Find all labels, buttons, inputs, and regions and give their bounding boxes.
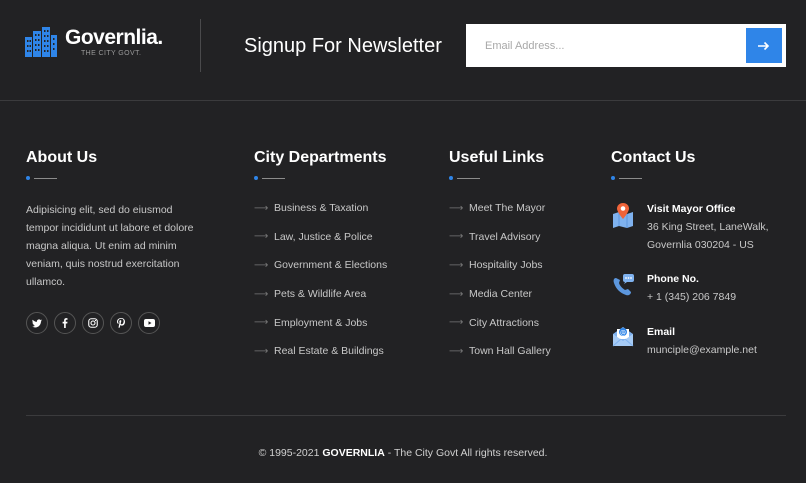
useful-link[interactable]: ⟶ Media Center: [449, 280, 551, 309]
arrow-right-icon: ⟶: [254, 288, 269, 300]
useful-links-heading: Useful Links: [449, 149, 545, 166]
phone-chat-icon: [613, 274, 634, 296]
about-column: About Us Adipisicing elit, sed do eiusmo…: [26, 148, 204, 334]
arrow-right-icon: ⟶: [449, 345, 464, 357]
instagram-link[interactable]: [82, 312, 104, 334]
arrow-right-icon: [758, 41, 770, 50]
arrow-right-icon: ⟶: [449, 231, 464, 243]
instagram-icon: [88, 318, 98, 328]
departments-heading: City Departments: [254, 149, 387, 166]
facebook-link[interactable]: [54, 312, 76, 334]
useful-link[interactable]: ⟶ City Attractions: [449, 308, 551, 337]
arrow-right-icon: ⟶: [449, 288, 464, 300]
office-title: Visit Mayor Office: [647, 203, 736, 215]
email-value[interactable]: munciple@example.net: [647, 341, 757, 359]
arrow-right-icon: ⟶: [254, 202, 269, 214]
department-link[interactable]: ⟶ Law, Justice & Police: [254, 223, 387, 252]
newsletter-submit-button[interactable]: [746, 28, 782, 63]
heading-underline: [26, 175, 204, 181]
arrow-right-icon: ⟶: [254, 317, 269, 329]
map-pin-icon: [613, 203, 633, 228]
newsletter-email-input[interactable]: [466, 24, 786, 67]
heading-underline: [611, 175, 769, 181]
useful-link[interactable]: ⟶ Travel Advisory: [449, 223, 551, 252]
departments-list: ⟶ Business & Taxation ⟶ Law, Justice & Pol…: [254, 194, 387, 366]
department-link[interactable]: ⟶ Employment & Jobs: [254, 308, 387, 337]
mail-icon: @: [612, 327, 634, 347]
useful-link[interactable]: ⟶ Town Hall Gallery: [449, 337, 551, 366]
phone-title: Phone No.: [647, 273, 699, 285]
office-address-line1: 36 King Street, LaneWalk,: [647, 221, 769, 233]
pinterest-link[interactable]: [110, 312, 132, 334]
departments-column: City Departments ⟶ Business & Taxation ⟶ L…: [254, 148, 387, 366]
phone-value[interactable]: + 1 (345) 206 7849: [647, 288, 736, 306]
social-links: [26, 312, 204, 334]
useful-link[interactable]: ⟶ Meet The Mayor: [449, 194, 551, 223]
contact-column: Contact Us Visit Mayor Office 36 King St…: [611, 148, 769, 359]
newsletter-band: Governlia. THE CITY GOVT. Signup For New…: [0, 0, 806, 101]
newsletter-title: Signup For Newsletter: [244, 35, 442, 57]
svg-text:@: @: [620, 329, 626, 336]
heading-underline: [254, 175, 387, 181]
arrow-right-icon: ⟶: [449, 317, 464, 329]
about-text: Adipisicing elit, sed do eiusmod tempor …: [26, 204, 194, 288]
twitter-icon: [32, 318, 42, 327]
contact-office: Visit Mayor Office 36 King Street, LaneW…: [611, 200, 769, 254]
contact-phone: Phone No. + 1 (345) 206 7849: [611, 270, 769, 306]
arrow-right-icon: ⟶: [254, 231, 269, 243]
department-link[interactable]: ⟶ Real Estate & Buildings: [254, 337, 387, 366]
email-title: Email: [647, 326, 676, 338]
arrow-right-icon: ⟶: [449, 202, 464, 214]
department-link[interactable]: ⟶ Government & Elections: [254, 251, 387, 280]
brand-tagline: THE CITY GOVT.: [81, 50, 142, 57]
arrow-right-icon: ⟶: [254, 259, 269, 271]
heading-underline: [449, 175, 551, 181]
brand-logo[interactable]: Governlia. THE CITY GOVT.: [25, 27, 163, 57]
facebook-icon: [62, 318, 68, 328]
office-address-line2: Governlia 030204 - US: [647, 239, 754, 251]
footer-divider: [26, 415, 786, 416]
contact-email: @ Email munciple@example.net: [611, 323, 769, 359]
arrow-right-icon: ⟶: [254, 345, 269, 357]
useful-links-list: ⟶ Meet The Mayor ⟶ Travel Advisory ⟶ Hospit…: [449, 194, 551, 366]
newsletter-form: [466, 24, 786, 67]
youtube-link[interactable]: [138, 312, 160, 334]
department-link[interactable]: ⟶ Pets & Wildlife Area: [254, 280, 387, 309]
useful-links-column: Useful Links ⟶ Meet The Mayor ⟶ Travel Adv…: [449, 148, 551, 366]
twitter-link[interactable]: [26, 312, 48, 334]
arrow-right-icon: ⟶: [449, 259, 464, 271]
copyright-text: © 1995-2021 GOVERNLIA - The City Govt Al…: [258, 447, 548, 459]
brand-name: Governlia.: [65, 26, 163, 49]
contact-heading: Contact Us: [611, 149, 696, 166]
copyright-brand: GOVERNLIA: [322, 447, 385, 459]
department-link[interactable]: ⟶ Business & Taxation: [254, 194, 387, 223]
city-buildings-icon: [25, 27, 57, 57]
pinterest-icon: [117, 318, 125, 328]
useful-link[interactable]: ⟶ Hospitality Jobs: [449, 251, 551, 280]
about-heading: About Us: [26, 149, 98, 166]
header-divider: [200, 19, 201, 72]
youtube-icon: [143, 319, 155, 327]
